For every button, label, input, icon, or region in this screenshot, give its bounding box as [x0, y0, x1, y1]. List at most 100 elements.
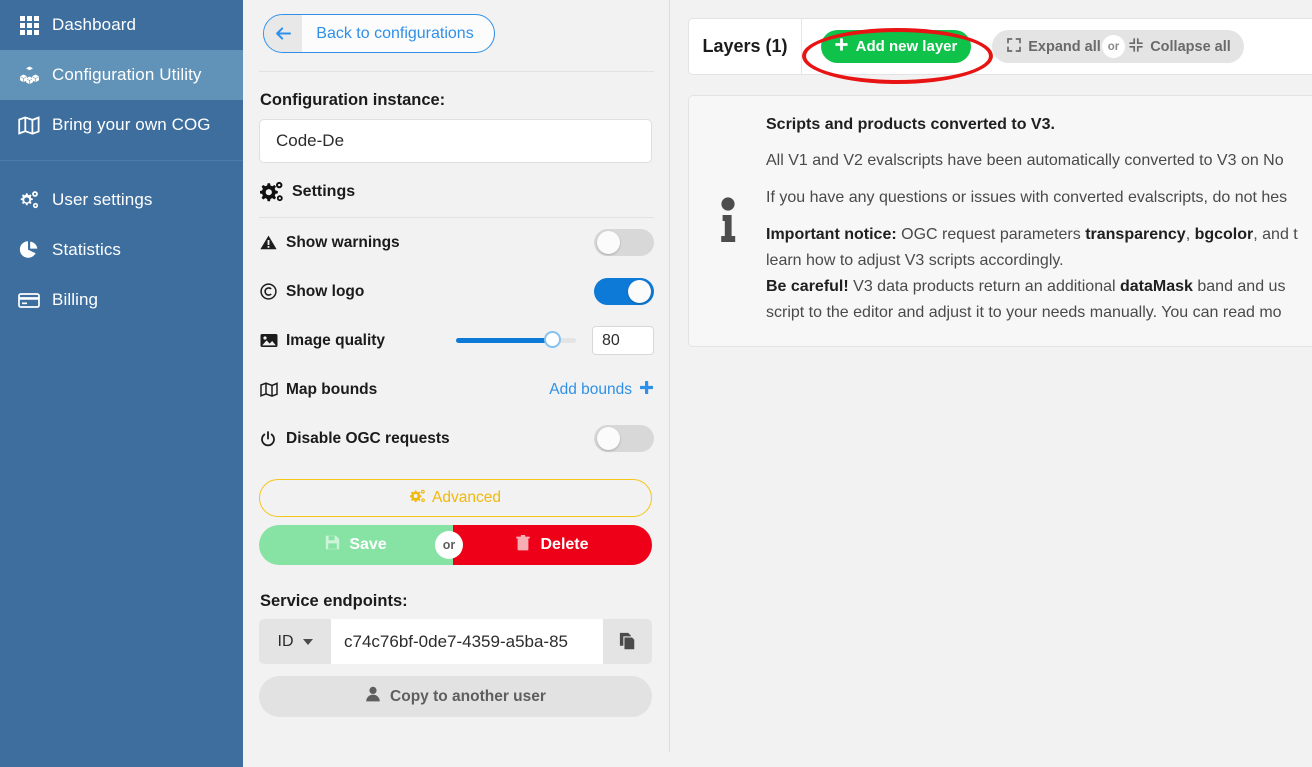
- panel-divider: [259, 71, 654, 72]
- expand-all-label: Expand all: [1028, 38, 1101, 55]
- disable-ogc-toggle[interactable]: [594, 425, 654, 452]
- sidebar-item-label: User settings: [52, 190, 153, 209]
- sidebar-item-label: Dashboard: [52, 15, 137, 34]
- notice-line-3-text-2: ,: [1185, 226, 1195, 243]
- sidebar-divider: [0, 160, 243, 161]
- notice-line-5-text-2: band and us: [1192, 278, 1286, 295]
- back-button-label: Back to configurations: [316, 24, 474, 42]
- gears-icon: [260, 181, 292, 203]
- configuration-panel: Back to configurations Configuration ins…: [243, 0, 670, 767]
- image-quality-label: Image quality: [286, 331, 386, 349]
- sidebar-item-user-settings[interactable]: User settings: [0, 175, 243, 225]
- cubes-icon: [12, 66, 46, 85]
- notice-line-4: learn how to adjust V3 scripts according…: [766, 252, 1064, 269]
- endpoint-type-select[interactable]: ID: [259, 619, 331, 664]
- sidebar-item-configuration-utility[interactable]: Configuration Utility: [0, 50, 243, 100]
- sidebar-item-label: Configuration Utility: [52, 65, 202, 84]
- toggle-knob: [628, 280, 651, 303]
- save-label: Save: [349, 536, 387, 553]
- save-delete-or-chip: or: [435, 531, 463, 559]
- sidebar-item-bring-your-own-cog[interactable]: Bring your own COG: [0, 100, 243, 150]
- service-endpoints-label: Service endpoints:: [260, 592, 408, 610]
- gears-icon: [12, 190, 46, 210]
- slider-handle[interactable]: [544, 331, 561, 348]
- notice-line-3-text-1: OGC request parameters: [896, 226, 1086, 243]
- expand-icon: [1007, 37, 1022, 56]
- sidebar-item-dashboard[interactable]: Dashboard: [0, 0, 243, 50]
- copyright-icon: [260, 283, 284, 300]
- map-icon: [260, 382, 284, 397]
- configuration-instance-input[interactable]: Code-De: [259, 119, 652, 163]
- expand-collapse-or-chip: or: [1102, 35, 1125, 58]
- plus-icon: [835, 38, 848, 55]
- credit-card-icon: [12, 292, 46, 309]
- configuration-instance-label: Configuration instance:: [260, 91, 446, 109]
- trash-icon: [516, 534, 531, 556]
- notice-line-1: All V1 and V2 evalscripts have been auto…: [766, 152, 1284, 169]
- advanced-label: Advanced: [432, 489, 501, 506]
- collapse-all-label: Collapse all: [1150, 38, 1231, 55]
- user-icon: [365, 686, 381, 707]
- chevron-down-icon: [302, 638, 313, 645]
- back-to-configurations-button[interactable]: Back to configurations: [263, 14, 495, 53]
- toggle-knob: [597, 231, 620, 254]
- save-button[interactable]: Save: [259, 525, 453, 565]
- toggle-knob: [597, 427, 620, 450]
- add-new-layer-label: Add new layer: [855, 38, 958, 55]
- add-new-layer-button[interactable]: Add new layer: [821, 30, 971, 63]
- info-icon: [689, 114, 766, 326]
- row-show-warnings: Show warnings: [260, 218, 656, 267]
- notice-line-5-bold-2: dataMask: [1120, 278, 1193, 295]
- row-disable-ogc-requests: Disable OGC requests: [260, 414, 656, 463]
- image-quality-slider[interactable]: [456, 331, 576, 348]
- notice-line-5: Be careful! V3 data products return an a…: [766, 274, 1298, 300]
- notice-line-5-text-1: V3 data products return an additional: [848, 278, 1120, 295]
- layers-actions: Add new layer Expand all or Collapse all: [802, 18, 1312, 75]
- warning-icon: [260, 235, 284, 250]
- settings-section-header: Settings: [260, 181, 656, 203]
- layers-title: Layers (1): [689, 18, 802, 75]
- notice-line-3-bold-2: transparency: [1085, 226, 1186, 243]
- show-warnings-toggle[interactable]: [594, 229, 654, 256]
- sidebar-item-billing[interactable]: Billing: [0, 275, 243, 325]
- service-endpoint-row: ID c74c76bf-0de7-4359-a5ba-85: [259, 619, 652, 664]
- add-bounds-link[interactable]: Add bounds: [549, 380, 654, 400]
- delete-button[interactable]: Delete: [453, 525, 652, 565]
- sidebar-item-label: Billing: [52, 290, 99, 309]
- image-quality-value-input[interactable]: 80: [592, 326, 654, 355]
- sidebar-item-label: Bring your own COG: [52, 115, 211, 134]
- slider-fill: [456, 338, 552, 343]
- notice-line-3-text-3: , and t: [1253, 226, 1298, 243]
- save-delete-group: Save or Delete: [259, 525, 652, 565]
- collapse-all-button[interactable]: Collapse all: [1116, 30, 1244, 63]
- copy-to-another-user-button[interactable]: Copy to another user: [259, 676, 652, 717]
- endpoint-value-input[interactable]: c74c76bf-0de7-4359-a5ba-85: [331, 619, 603, 664]
- settings-label: Settings: [292, 183, 356, 200]
- expand-collapse-group: Expand all or Collapse all: [992, 30, 1244, 63]
- advanced-button[interactable]: Advanced: [259, 479, 652, 517]
- sidebar-item-statistics[interactable]: Statistics: [0, 225, 243, 275]
- copy-to-another-user-label: Copy to another user: [390, 687, 546, 705]
- map-icon: [12, 115, 46, 135]
- copy-endpoint-button[interactable]: [603, 619, 652, 664]
- notice-title: Scripts and products converted to V3.: [766, 116, 1055, 133]
- gears-icon: [409, 489, 426, 508]
- grid-icon: [12, 15, 46, 35]
- show-logo-toggle[interactable]: [594, 278, 654, 305]
- show-warnings-label: Show warnings: [286, 233, 400, 251]
- row-image-quality: Image quality 80: [260, 316, 656, 365]
- endpoint-type-value: ID: [277, 632, 294, 650]
- map-bounds-label: Map bounds: [286, 380, 378, 398]
- add-bounds-label: Add bounds: [549, 380, 632, 398]
- image-icon: [260, 333, 284, 348]
- app-root: Dashboard Configuration Utility Bring yo…: [0, 0, 1312, 767]
- notice-line-3: Important notice: OGC request parameters…: [766, 222, 1298, 248]
- row-map-bounds: Map bounds Add bounds: [260, 365, 656, 414]
- pie-chart-icon: [12, 240, 46, 260]
- plus-icon: [639, 380, 654, 400]
- notice-line-5-bold-1: Be careful!: [766, 278, 849, 295]
- expand-all-button[interactable]: Expand all: [992, 30, 1116, 63]
- notice-line-2: If you have any questions or issues with…: [766, 189, 1288, 206]
- notice-body: Scripts and products converted to V3. Al…: [766, 114, 1298, 326]
- disable-ogc-label: Disable OGC requests: [286, 429, 450, 447]
